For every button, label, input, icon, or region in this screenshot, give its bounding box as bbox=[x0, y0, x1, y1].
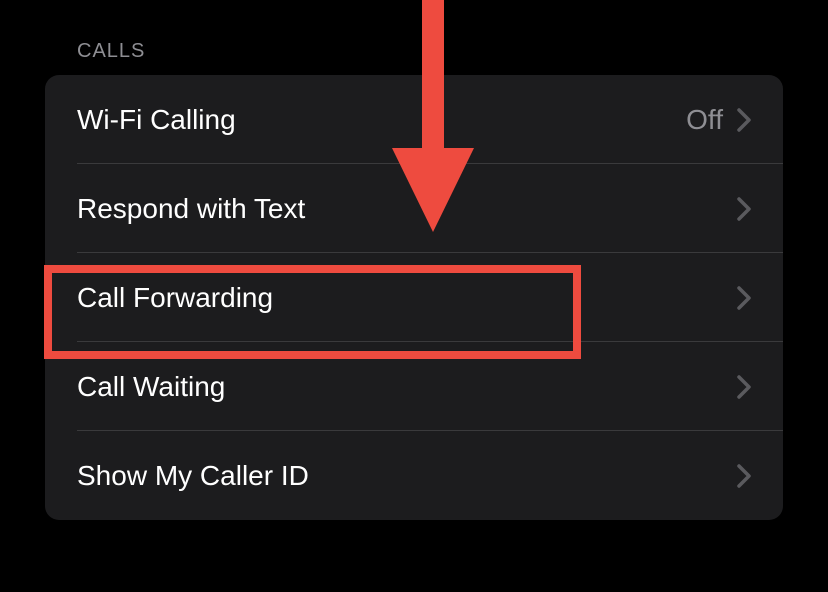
chevron-right-icon bbox=[737, 286, 751, 310]
row-call-forwarding[interactable]: Call Forwarding bbox=[45, 253, 783, 342]
row-wifi-calling[interactable]: Wi-Fi Calling Off bbox=[45, 75, 783, 164]
row-call-waiting[interactable]: Call Waiting bbox=[45, 342, 783, 431]
row-show-my-caller-id[interactable]: Show My Caller ID bbox=[45, 431, 783, 520]
chevron-right-icon bbox=[737, 464, 751, 488]
row-label: Wi-Fi Calling bbox=[77, 104, 686, 136]
row-value: Off bbox=[686, 104, 723, 136]
section-header-calls: CALLS bbox=[77, 40, 783, 63]
row-respond-with-text[interactable]: Respond with Text bbox=[45, 164, 783, 253]
row-label: Call Waiting bbox=[77, 371, 737, 403]
chevron-right-icon bbox=[737, 197, 751, 221]
chevron-right-icon bbox=[737, 108, 751, 132]
row-label: Respond with Text bbox=[77, 193, 737, 225]
calls-list: Wi-Fi Calling Off Respond with Text Call… bbox=[45, 75, 783, 520]
row-label: Show My Caller ID bbox=[77, 460, 737, 492]
chevron-right-icon bbox=[737, 375, 751, 399]
row-label: Call Forwarding bbox=[77, 282, 737, 314]
